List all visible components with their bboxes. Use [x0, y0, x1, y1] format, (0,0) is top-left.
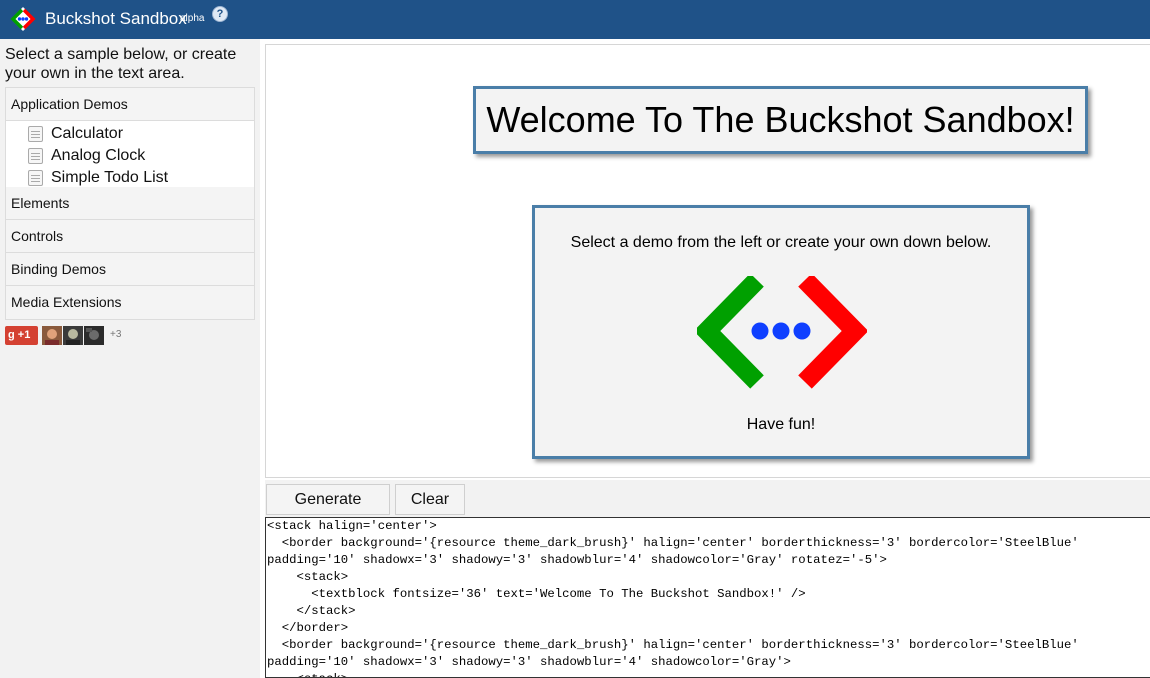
sidebar-intro: Select a sample below, or create your ow…	[5, 46, 237, 82]
list-item-label: Simple Todo List	[51, 169, 169, 186]
code-line: </stack>	[267, 604, 356, 618]
output-preview: Welcome To The Buckshot Sandbox! Select …	[265, 44, 1150, 478]
generate-output-button[interactable]: Generate Output	[266, 484, 390, 537]
list-item-label: Analog Clock	[51, 147, 146, 164]
demo-accordion: Application Demos Calculator Analog Cloc…	[5, 87, 255, 320]
plus-one-count: +3	[110, 329, 122, 340]
app-title: Buckshot Sandbox	[45, 9, 187, 28]
code-line: </border>	[267, 621, 349, 635]
code-line: <border background='{resource theme_dark…	[267, 536, 1079, 550]
list-item-analog-clock[interactable]: Analog Clock	[6, 145, 254, 167]
list-item-calculator[interactable]: Calculator	[6, 123, 254, 145]
top-bar: Buckshot Sandbox alpha ?	[0, 0, 1150, 39]
document-icon	[28, 170, 43, 186]
code-line: <textblock fontsize='36' text='Welcome T…	[267, 587, 806, 601]
list-item-simple-todo-list[interactable]: Simple Todo List	[6, 167, 254, 189]
code-lines: <stack halign='center'> <border backgrou…	[266, 518, 1150, 677]
section-controls[interactable]: Controls	[6, 220, 254, 253]
editor-toolbar: Generate Output Clear All	[265, 480, 1150, 537]
buckshot-logo-icon	[10, 7, 36, 31]
avatar[interactable]	[84, 326, 104, 345]
code-editor[interactable]: <stack halign='center'> <border backgrou…	[265, 517, 1150, 678]
sidebar: Select a sample below, or create your ow…	[0, 39, 260, 678]
code-line: <border background='{resource theme_dark…	[267, 638, 1079, 652]
avatar[interactable]	[63, 326, 83, 345]
plus-one-label: +1	[17, 329, 31, 341]
code-line: <stack>	[267, 570, 349, 584]
section-elements[interactable]: Elements	[6, 187, 254, 220]
section-application-demos[interactable]: Application Demos	[6, 88, 254, 121]
buckshot-logo-icon	[697, 276, 867, 389]
list-item-label: Calculator	[51, 125, 124, 142]
clear-all-button[interactable]: Clear All	[395, 484, 465, 537]
avatar[interactable]	[42, 326, 62, 345]
code-line: padding='10' shadowx='3' shadowy='3' sha…	[267, 553, 887, 567]
alpha-badge: alpha	[180, 13, 205, 24]
section-media-extensions[interactable]: Media Extensions	[6, 286, 254, 319]
help-icon[interactable]: ?	[212, 6, 228, 22]
closing-text: Have fun!	[746, 416, 816, 433]
welcome-card: Select a demo from the left or create yo…	[532, 205, 1030, 459]
instructions-text: Select a demo from the left or create yo…	[570, 234, 992, 251]
code-line: padding='10' shadowx='3' shadowy='3' sha…	[267, 655, 791, 669]
welcome-heading: Welcome To The Buckshot Sandbox!	[473, 86, 1088, 154]
code-line: <stack>	[267, 671, 1150, 677]
document-icon	[28, 126, 43, 142]
section-binding-demos[interactable]: Binding Demos	[6, 253, 254, 286]
google-plus-one-button[interactable]: g +1	[5, 326, 38, 345]
code-line: <stack halign='center'>	[267, 519, 437, 533]
google-plus-icon: g	[8, 329, 15, 341]
document-icon	[28, 148, 43, 164]
application-demos-list: Calculator Analog Clock Simple Todo List	[6, 121, 254, 187]
